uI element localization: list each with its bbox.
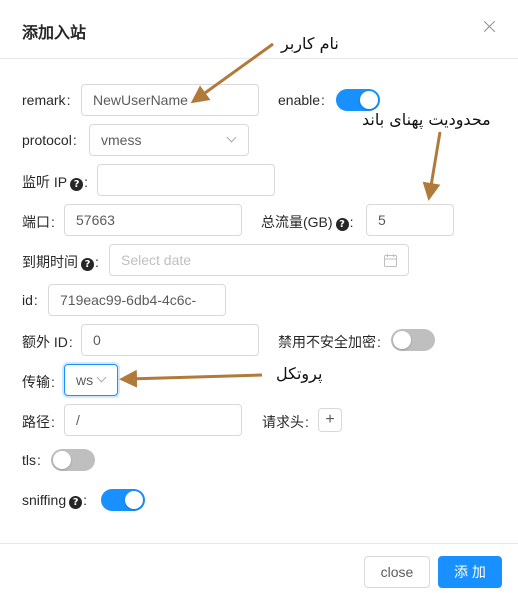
- dialog-title: 添加入站: [22, 25, 87, 42]
- question-circle-icon: ?: [70, 178, 84, 191]
- disable-insecure-switch[interactable]: [391, 329, 435, 351]
- add-header-button[interactable]: +: [318, 408, 342, 432]
- dialog-header: 添加入站: [0, 0, 518, 59]
- total-traffic-label: 总流量(GB)?:: [261, 214, 354, 231]
- annotation-protocol: پروتکل: [276, 364, 323, 383]
- disable-insecure-label: 禁用不安全加密:: [278, 334, 381, 350]
- total-traffic-input[interactable]: 5: [366, 204, 454, 236]
- request-headers-label: 请求头:: [262, 414, 309, 430]
- sniffing-switch[interactable]: [101, 489, 145, 511]
- expiry-label: 到期时间?:: [22, 254, 99, 271]
- remark-input[interactable]: NewUserName: [81, 84, 259, 116]
- expiry-date-picker[interactable]: Select date: [109, 244, 409, 276]
- tls-switch[interactable]: [51, 449, 95, 471]
- add-button[interactable]: 添 加: [438, 556, 502, 588]
- calendar-icon: [384, 254, 397, 267]
- close-icon[interactable]: [480, 17, 500, 37]
- close-button[interactable]: close: [364, 556, 430, 588]
- enable-label: enable:: [278, 92, 325, 108]
- question-circle-icon: ?: [81, 258, 94, 271]
- arrow-protocol: [119, 369, 263, 388]
- annotation-bandwidth: محدودیت پهنای باند: [362, 110, 491, 129]
- path-label: 路径:: [22, 414, 55, 430]
- id-input[interactable]: 719eac99-6db4-4c6c-: [48, 284, 226, 316]
- question-circle-icon: ?: [335, 218, 349, 231]
- port-label: 端口:: [22, 214, 55, 230]
- protocol-select[interactable]: vmess: [89, 124, 249, 156]
- question-circle-icon: ?: [69, 496, 83, 509]
- add-inbound-dialog: 添加入站 remark: NewUserName enable: protoco…: [0, 0, 518, 593]
- expiry-placeholder: Select date: [121, 252, 192, 268]
- remark-label: remark:: [22, 92, 71, 108]
- path-input[interactable]: /: [64, 404, 242, 436]
- id-label: id:: [22, 292, 38, 308]
- annotation-username: نام کاربر: [281, 34, 339, 53]
- transport-value: ws: [76, 372, 94, 388]
- sniffing-label: sniffing?:: [22, 492, 87, 509]
- enable-switch[interactable]: [336, 89, 380, 111]
- transport-label: 传输:: [22, 374, 55, 390]
- protocol-value: vmess: [101, 132, 142, 148]
- alter-id-input[interactable]: 0: [81, 324, 259, 356]
- listen-ip-label: 监听 IP?:: [22, 174, 89, 191]
- chevron-down-icon: [226, 132, 237, 143]
- listen-ip-input[interactable]: [97, 164, 275, 196]
- arrow-bandwidth: [422, 131, 442, 201]
- tls-label: tls:: [22, 452, 41, 468]
- dialog-footer: close 添 加: [0, 543, 518, 593]
- alter-id-label: 额外 ID:: [22, 334, 73, 350]
- protocol-label: protocol:: [22, 132, 77, 148]
- transport-select[interactable]: ws: [64, 364, 118, 396]
- port-input[interactable]: 57663: [64, 204, 242, 236]
- chevron-down-icon: [96, 372, 107, 383]
